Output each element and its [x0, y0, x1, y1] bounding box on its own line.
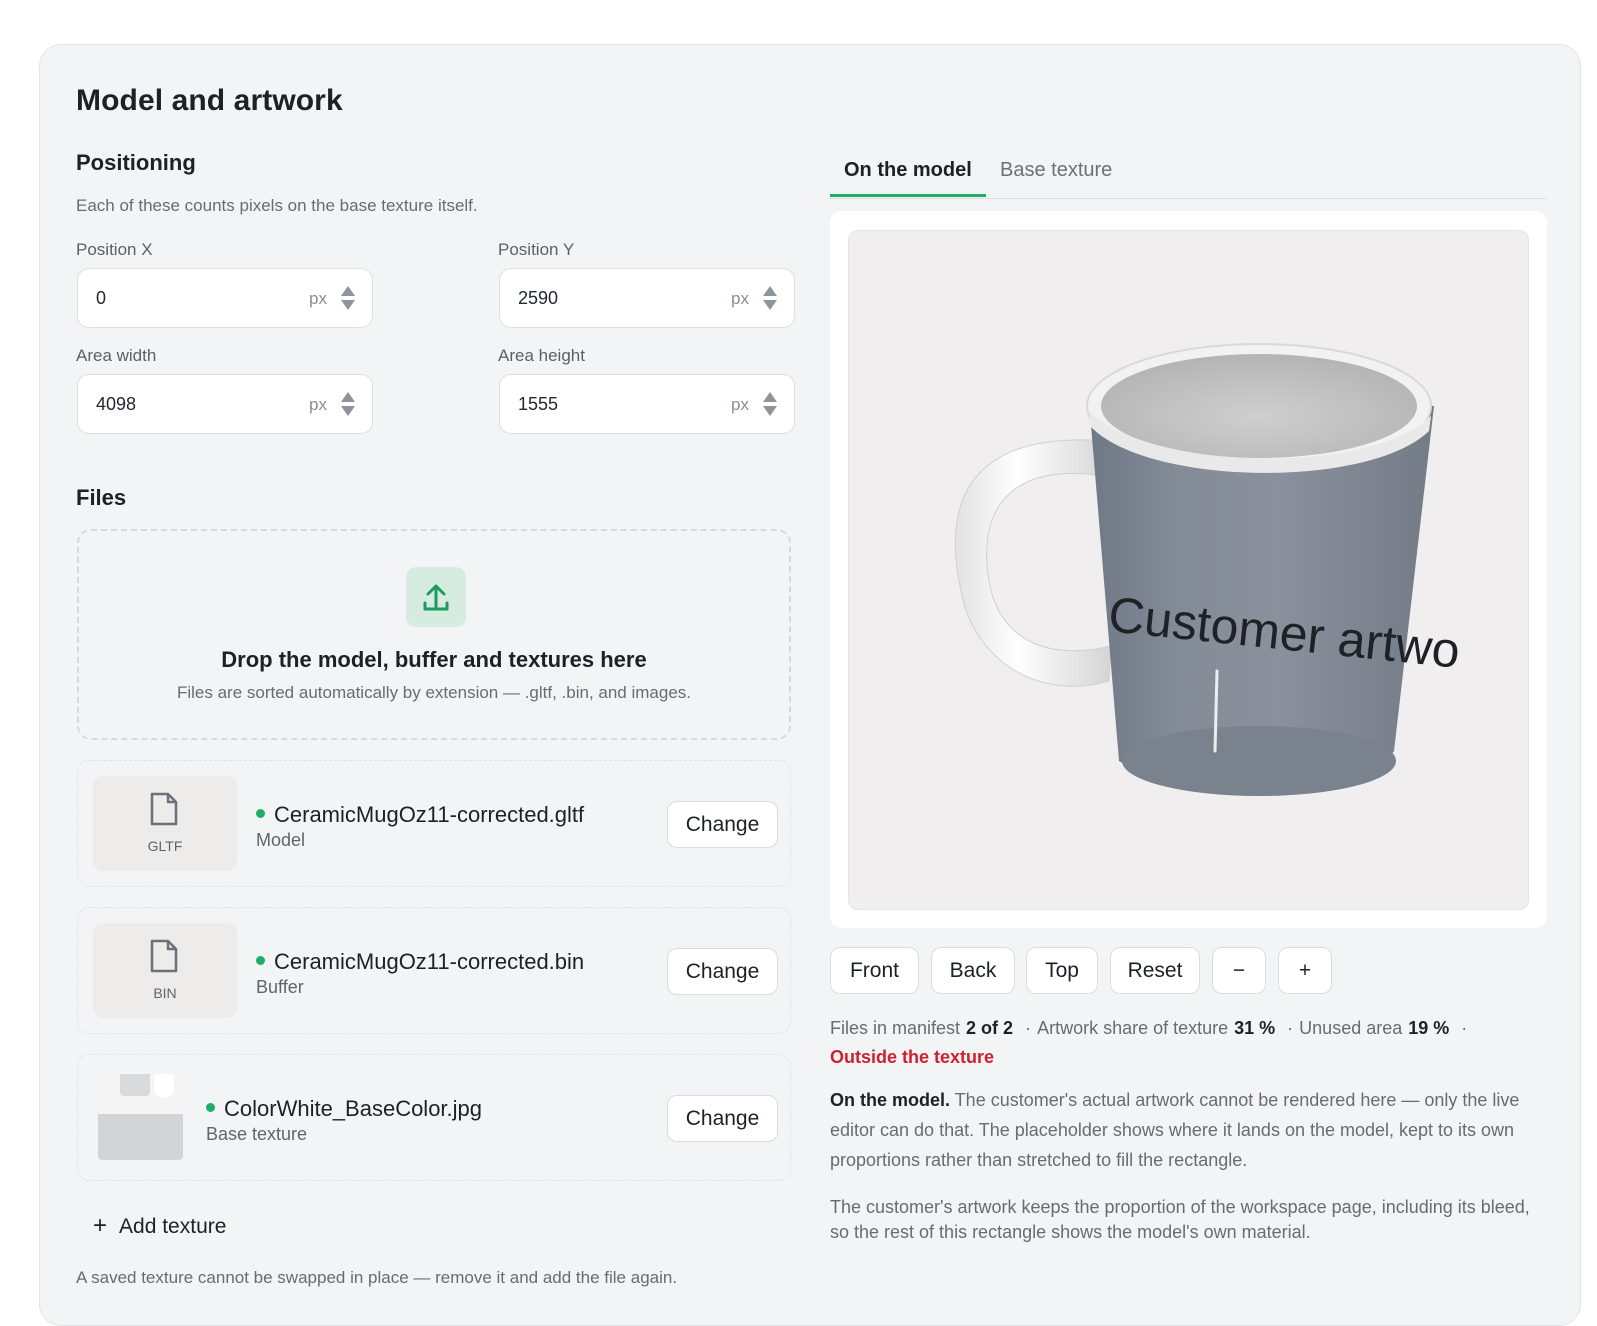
position-y-label: Position Y [498, 240, 575, 259]
plus-icon: + [93, 1212, 108, 1239]
area-width-unit: px [309, 395, 327, 414]
status-dot [206, 1102, 215, 1112]
view-reset-button[interactable]: Reset [1110, 947, 1200, 994]
zoom-out-button[interactable]: − [1212, 947, 1266, 994]
stepper-down-icon[interactable] [341, 406, 355, 416]
file-row-gltf: GLTF CeramicMugOz11-corrected.gltf Model… [77, 760, 791, 887]
stepper-down-icon[interactable] [341, 300, 355, 310]
explanation-paragraph: On the model. The customer's actual artw… [830, 1085, 1545, 1175]
positioning-description: Each of these counts pixels on the base … [76, 196, 478, 215]
file-icon [150, 939, 178, 973]
texture-thumbnail [98, 1074, 183, 1160]
file-name-text: CeramicMugOz11-corrected.bin [274, 949, 585, 974]
area-height-value[interactable]: 1555 [518, 394, 558, 415]
file-role: Buffer [256, 977, 304, 997]
file-role: Base texture [206, 1124, 308, 1144]
file-row-texture: ColorWhite_BaseColor.jpg Base texture Ch… [77, 1054, 791, 1181]
area-width-value[interactable]: 4098 [96, 394, 136, 415]
area-height-unit: px [731, 395, 749, 414]
page-title: Model and artwork [76, 84, 343, 117]
texture-note: A saved texture cannot be swapped in pla… [76, 1268, 678, 1287]
model-viewer[interactable]: Customer artwo [830, 211, 1547, 928]
position-y-field[interactable]: 2590 px [499, 268, 795, 328]
manifest-stats: Files in manifest 2 of 2 · Artwork share of… [830, 1018, 1473, 1039]
file-name: CeramicMugOz11-corrected.bin [256, 949, 584, 975]
tab-on-the-model[interactable]: On the model [830, 159, 986, 197]
files-label: Files in manifest [830, 1018, 961, 1038]
positioning-heading: Positioning [76, 150, 196, 175]
files-heading: Files [76, 485, 127, 510]
explanation-second: The customer's artwork keeps the proport… [830, 1197, 1530, 1242]
area-width-stepper[interactable] [341, 392, 355, 418]
file-name: CeramicMugOz11-corrected.gltf [256, 802, 584, 828]
position-x-label: Position X [76, 240, 153, 259]
position-x-stepper[interactable] [341, 286, 355, 312]
file-icon [150, 792, 178, 826]
status-dot [256, 808, 265, 818]
separator: · [1461, 1018, 1468, 1038]
area-width-field[interactable]: 4098 px [77, 374, 373, 434]
model-canvas[interactable]: Customer artwo [848, 230, 1529, 910]
area-height-label: Area height [498, 346, 585, 365]
stepper-up-icon[interactable] [763, 392, 777, 402]
change-button[interactable]: Change [667, 948, 778, 995]
file-name-text: ColorWhite_BaseColor.jpg [224, 1096, 483, 1121]
view-top-button[interactable]: Top [1026, 947, 1098, 994]
preview-tabs: On the model Base texture [830, 157, 1546, 199]
separator: · [1025, 1018, 1032, 1038]
zoom-in-button[interactable]: + [1278, 947, 1332, 994]
file-name-text: CeramicMugOz11-corrected.gltf [274, 802, 585, 827]
add-texture-button[interactable]: + Add texture [93, 1212, 226, 1240]
unused-label: Unused area [1299, 1018, 1403, 1038]
change-button[interactable]: Change [667, 801, 778, 848]
position-x-field[interactable]: 0 px [77, 268, 373, 328]
share-value: 31 % [1234, 1018, 1276, 1038]
change-button[interactable]: Change [667, 1095, 778, 1142]
area-height-stepper[interactable] [763, 392, 777, 418]
stepper-up-icon[interactable] [341, 392, 355, 402]
file-type-label: GLTF [147, 838, 183, 854]
upload-icon [406, 567, 466, 627]
view-front-button[interactable]: Front [830, 947, 919, 994]
dropzone-title: Drop the model, buffer and textures here [221, 647, 647, 672]
stepper-down-icon[interactable] [763, 406, 777, 416]
position-x-unit: px [309, 289, 327, 308]
area-width-label: Area width [76, 346, 157, 365]
file-dropzone[interactable]: Drop the model, buffer and textures here… [77, 529, 791, 740]
add-texture-label: Add texture [119, 1215, 227, 1238]
position-y-value[interactable]: 2590 [518, 288, 558, 309]
unused-value: 19 % [1408, 1018, 1450, 1038]
dropzone-subtitle: Files are sorted automatically by extens… [176, 683, 692, 702]
separator: · [1287, 1018, 1294, 1038]
file-role: Model [256, 830, 306, 850]
position-x-value[interactable]: 0 [96, 288, 106, 309]
file-thumb: GLTF [93, 776, 237, 871]
file-name: ColorWhite_BaseColor.jpg [206, 1096, 482, 1122]
files-value: 2 of 2 [966, 1018, 1014, 1038]
stepper-down-icon[interactable] [763, 300, 777, 310]
file-row-bin: BIN CeramicMugOz11-corrected.bin Buffer … [77, 907, 791, 1034]
stepper-up-icon[interactable] [763, 286, 777, 296]
explanation-lead: On the model. [830, 1090, 951, 1110]
share-label: Artwork share of texture [1037, 1018, 1229, 1038]
status-dot [256, 955, 265, 965]
tab-base-texture[interactable]: Base texture [1000, 159, 1112, 194]
position-y-stepper[interactable] [763, 286, 777, 312]
view-back-button[interactable]: Back [931, 947, 1015, 994]
outside-texture-warning: Outside the texture [830, 1047, 995, 1067]
area-height-field[interactable]: 1555 px [499, 374, 795, 434]
mug-render: Customer artwo [954, 343, 1463, 796]
file-thumb: BIN [93, 923, 237, 1018]
file-type-label: BIN [153, 985, 177, 1001]
stepper-up-icon[interactable] [341, 286, 355, 296]
position-y-unit: px [731, 289, 749, 308]
